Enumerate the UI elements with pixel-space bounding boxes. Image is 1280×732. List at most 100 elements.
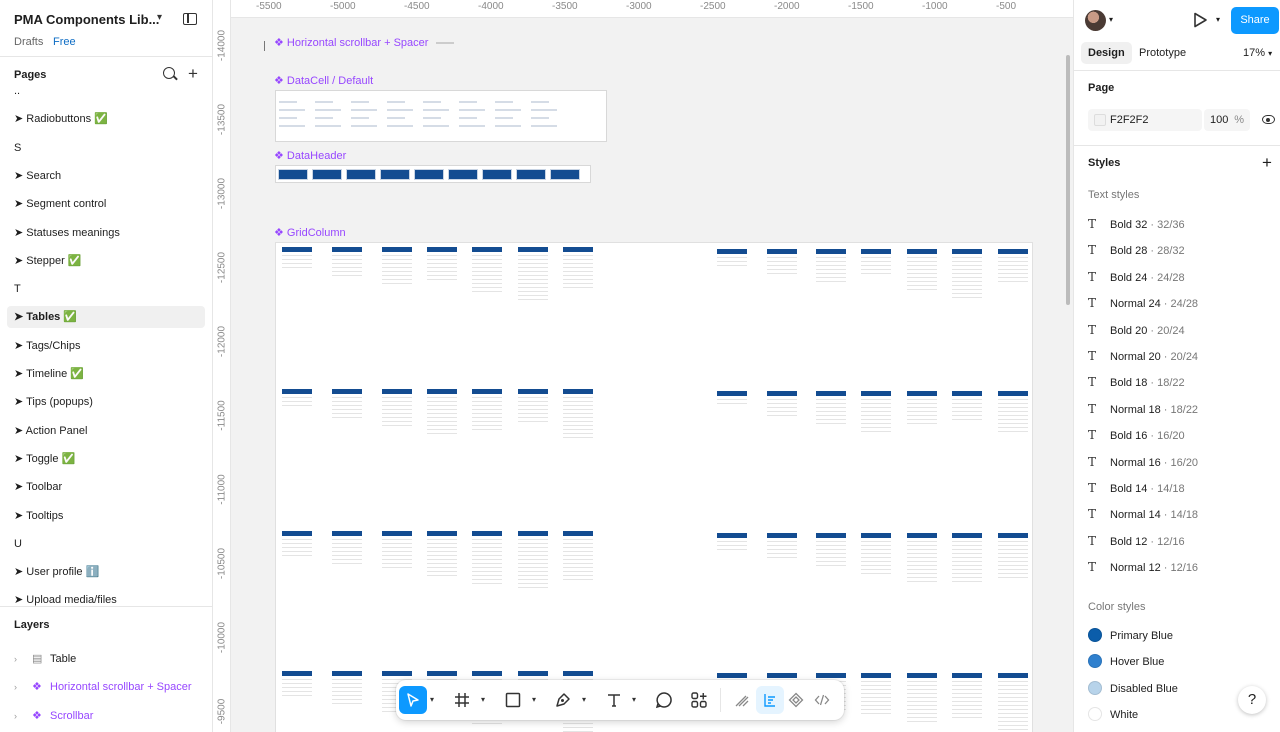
code-icon[interactable] <box>808 686 836 714</box>
page-color-field[interactable]: F2F2F2 <box>1088 109 1202 131</box>
play-icon[interactable] <box>1191 11 1209 32</box>
page-item[interactable]: ➤ Stepper ✅ <box>7 250 205 272</box>
chevron-right-icon[interactable]: › <box>14 707 32 725</box>
datacell-frame[interactable] <box>275 90 607 142</box>
color-swatch[interactable] <box>1094 114 1106 126</box>
dev-component-icon[interactable] <box>782 686 810 714</box>
page-item[interactable]: U <box>7 533 205 555</box>
page-item[interactable]: ➤ Tips (popups) <box>7 391 205 413</box>
page-item[interactable]: ➤ Tags/Chips <box>7 335 205 357</box>
datacell-thumb <box>315 95 345 137</box>
page-item[interactable]: ➤ Timeline ✅ <box>7 363 205 385</box>
file-title[interactable]: PMA Components Lib... <box>14 12 159 27</box>
grid-column-thumb <box>952 249 982 298</box>
chevron-down-icon[interactable]: ▾ <box>1109 15 1113 24</box>
search-icon[interactable] <box>163 67 175 79</box>
share-button[interactable]: Share <box>1231 7 1279 34</box>
frame-icon[interactable] <box>448 686 476 714</box>
toggle-sidebar-icon[interactable] <box>183 13 197 25</box>
page-item[interactable]: .. <box>7 80 205 102</box>
move-icon[interactable] <box>399 686 427 714</box>
page-item[interactable]: ➤ User profile ℹ️ <box>7 561 205 583</box>
cell-line <box>531 109 557 111</box>
chevron-down-icon[interactable]: ▾ <box>157 12 162 23</box>
color-style-item[interactable]: White <box>1088 705 1138 725</box>
text-style-item[interactable]: T Normal 18 · 18/22 <box>1088 399 1198 419</box>
page-item[interactable]: T <box>7 278 205 300</box>
row-line <box>861 428 891 432</box>
draw-mode-icon[interactable] <box>728 686 756 714</box>
row-line <box>427 276 457 280</box>
hscroll-frame[interactable] <box>264 40 454 54</box>
canvas[interactable]: -5500 -5000 -4500 -4000 -3500 -3000 -2500 -2000… <box>213 0 1073 732</box>
page-item[interactable]: ➤ Search <box>7 165 205 187</box>
page-item[interactable]: ➤ Toolbar <box>7 476 205 498</box>
zoom-level[interactable]: 17% ▾ <box>1243 47 1272 59</box>
text-style-item[interactable]: T Bold 14 · 14/18 <box>1088 478 1185 498</box>
dataheader-frame[interactable] <box>275 165 591 183</box>
frame-label-gridcolumn[interactable]: ❖ GridColumn <box>274 226 346 239</box>
chevron-down-icon[interactable]: ▾ <box>430 695 434 704</box>
component-icon: ❖ <box>32 710 42 722</box>
color-style-item[interactable]: Disabled Blue <box>1088 679 1178 699</box>
text-style-icon: T <box>1088 375 1097 390</box>
color-style-item[interactable]: Hover Blue <box>1088 652 1164 672</box>
layer-scrollbar[interactable]: › ❖ Scrollbar <box>14 707 93 725</box>
frame-label-dataheader[interactable]: ❖ DataHeader <box>274 149 346 162</box>
canvas-scrollbar[interactable] <box>1066 55 1070 305</box>
tab-design[interactable]: Design <box>1081 42 1132 64</box>
text-style-item[interactable]: T Normal 20 · 20/24 <box>1088 346 1198 366</box>
eye-icon[interactable] <box>1262 115 1275 124</box>
add-style-icon[interactable]: + <box>1262 154 1272 171</box>
actions-icon[interactable] <box>685 686 713 714</box>
divider <box>720 688 721 712</box>
chevron-right-icon[interactable]: › <box>14 678 32 696</box>
color-style-item[interactable]: Primary Blue <box>1088 626 1173 646</box>
layer-hscroll[interactable]: › ❖ Horizontal scrollbar + Spacer <box>14 678 192 696</box>
page-item[interactable]: ➤ Tables ✅ <box>7 306 205 329</box>
chevron-down-icon[interactable]: ▾ <box>582 695 586 704</box>
design-mode-icon[interactable] <box>756 686 784 714</box>
frame-label-datacell[interactable]: ❖ DataCell / Default <box>274 74 373 87</box>
layer-table[interactable]: › ▤ Table <box>14 650 76 668</box>
drafts-link[interactable]: Drafts <box>14 36 43 48</box>
text-style-item[interactable]: T Bold 24 · 24/28 <box>1088 267 1185 287</box>
page-item[interactable]: ➤ Segment control <box>7 193 205 215</box>
grid-column-thumb <box>282 671 312 696</box>
chevron-right-icon[interactable]: › <box>14 650 32 668</box>
chevron-down-icon[interactable]: ▾ <box>532 695 536 704</box>
page-item[interactable]: ➤ Radiobuttons ✅ <box>7 108 205 130</box>
page-item[interactable]: ➤ Upload media/files <box>7 589 205 611</box>
help-button[interactable]: ? <box>1238 686 1266 714</box>
grid-column-thumb <box>332 247 362 276</box>
text-style-item[interactable]: T Bold 28 · 28/32 <box>1088 240 1185 260</box>
text-style-item[interactable]: T Normal 16 · 16/20 <box>1088 452 1198 472</box>
pen-icon[interactable] <box>549 686 577 714</box>
chevron-down-icon[interactable]: ▾ <box>632 695 636 704</box>
page-item[interactable]: S <box>7 137 205 159</box>
page-item[interactable]: ➤ Tooltips <box>7 505 205 527</box>
text-style-item[interactable]: T Bold 12 · 12/16 <box>1088 531 1185 551</box>
text-style-item[interactable]: T Normal 14 · 14/18 <box>1088 504 1198 524</box>
row-line <box>332 560 362 564</box>
text-style-item[interactable]: T Normal 24 · 24/28 <box>1088 293 1198 313</box>
text-style-item[interactable]: T Bold 32 · 32/36 <box>1088 214 1185 234</box>
plan-badge[interactable]: Free <box>53 36 76 48</box>
text-style-item[interactable]: T Normal 12 · 12/16 <box>1088 557 1198 577</box>
avatar[interactable] <box>1085 10 1106 31</box>
page-item[interactable]: ➤ Action Panel <box>7 420 205 442</box>
gridcolumn-frame[interactable] <box>275 242 1033 732</box>
rectangle-icon[interactable] <box>499 686 527 714</box>
page-item[interactable]: ➤ Toggle ✅ <box>7 448 205 470</box>
ruler-tick: -2000 <box>774 1 800 12</box>
chevron-down-icon[interactable]: ▾ <box>481 695 485 704</box>
page-opacity-field[interactable]: 100 % <box>1204 109 1250 131</box>
comment-icon[interactable] <box>650 686 678 714</box>
text-style-item[interactable]: T Bold 18 · 18/22 <box>1088 372 1185 392</box>
text-icon[interactable] <box>600 686 628 714</box>
tab-prototype[interactable]: Prototype <box>1132 42 1193 64</box>
text-style-item[interactable]: T Bold 16 · 16/20 <box>1088 425 1185 445</box>
chevron-down-icon[interactable]: ▾ <box>1216 15 1220 24</box>
page-item[interactable]: ➤ Statuses meanings <box>7 222 205 244</box>
text-style-item[interactable]: T Bold 20 · 20/24 <box>1088 320 1185 340</box>
